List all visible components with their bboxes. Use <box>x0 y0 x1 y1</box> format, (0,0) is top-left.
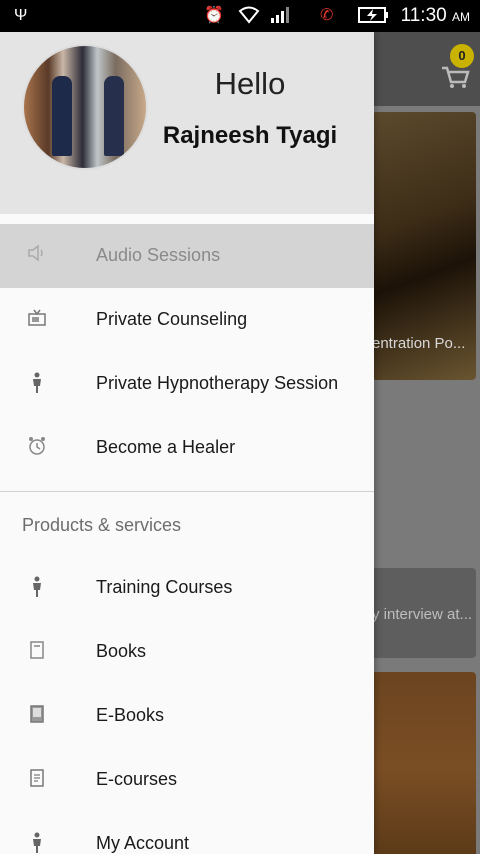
user-name: Rajneesh Tyagi <box>162 122 338 149</box>
menu-item-private-counseling[interactable]: Private Counseling <box>0 288 374 352</box>
call-icon: ✆ <box>320 7 334 24</box>
navigation-drawer: Hello Rajneesh Tyagi Audio Sessions Priv… <box>0 32 374 854</box>
divider <box>0 491 374 492</box>
document-icon <box>26 768 48 790</box>
ebook-icon <box>26 704 48 726</box>
speaker-icon <box>26 244 48 266</box>
status-bar: Ψ ⏰ ✆ 11:30 AM <box>0 0 480 32</box>
content-card[interactable]: entration Po... <box>372 112 476 380</box>
alarm-icon: ⏰ <box>204 7 224 24</box>
person-icon <box>26 832 48 854</box>
usb-icon: Ψ <box>14 7 28 24</box>
menu-item-private-hypnotherapy-session[interactable]: Private Hypnotherapy Session <box>0 352 374 416</box>
menu-item-become-a-healer[interactable]: Become a Healer <box>0 416 374 480</box>
tv-icon <box>26 308 48 330</box>
menu-item-label: Books <box>96 641 147 661</box>
person-icon <box>26 372 48 394</box>
signal-icon <box>270 6 292 26</box>
menu-item-my-account[interactable]: My Account <box>0 812 374 854</box>
cart-badge: 0 <box>450 44 474 68</box>
menu-item-books[interactable]: Books <box>0 620 374 684</box>
menu-item-label: Training Courses <box>96 577 233 597</box>
menu-item-e-books[interactable]: E-Books <box>0 684 374 748</box>
menu-item-label: Private Hypnotherapy Session <box>96 373 339 393</box>
menu-item-label: Become a Healer <box>96 437 236 457</box>
avatar[interactable] <box>22 44 148 170</box>
menu-item-label: Audio Sessions <box>96 245 221 265</box>
wifi-icon <box>238 6 260 26</box>
menu-item-audio-sessions[interactable]: Audio Sessions <box>0 224 374 288</box>
content-card[interactable]: y interview at... <box>372 568 476 658</box>
greeting: Hello <box>214 66 286 101</box>
card-caption: y interview at... <box>372 606 473 623</box>
menu-item-training-courses[interactable]: Training Courses <box>0 556 374 620</box>
menu-item-label: Private Counseling <box>96 309 248 329</box>
menu-item-label: My Account <box>96 833 190 853</box>
drawer-header: Hello Rajneesh Tyagi <box>0 32 374 214</box>
card-caption: entration Po... <box>372 335 466 352</box>
section-title-products: Products & services <box>22 515 182 535</box>
clock: 11:30 AM <box>400 5 470 26</box>
battery-charging-icon <box>358 6 390 26</box>
menu-item-e-courses[interactable]: E-courses <box>0 748 374 812</box>
content-card[interactable] <box>372 672 476 854</box>
menu-item-label: E-courses <box>96 769 178 789</box>
book-icon <box>26 640 48 662</box>
person-icon <box>26 576 48 598</box>
alarm-clock-icon <box>26 436 48 458</box>
menu-item-label: E-Books <box>96 705 165 725</box>
